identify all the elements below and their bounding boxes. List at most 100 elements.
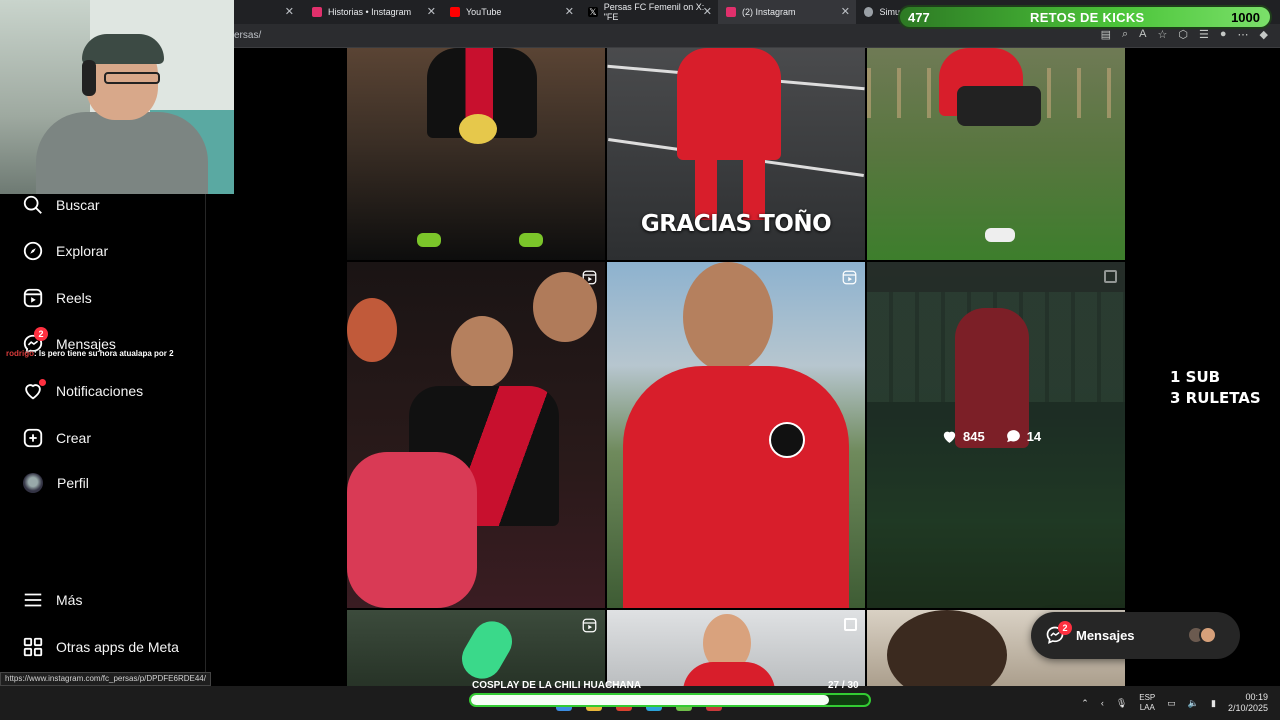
- player-kit-graphic: [677, 48, 781, 160]
- shorts-graphic: [957, 86, 1041, 126]
- profile-avatar: [23, 473, 43, 493]
- person-graphic: [347, 298, 397, 362]
- tab-title: YouTube: [466, 7, 502, 17]
- volume-icon[interactable]: 🔈: [1188, 698, 1199, 709]
- person-graphic: [533, 272, 597, 342]
- search-icon: [23, 195, 42, 214]
- zoom-icon[interactable]: ⌕: [1122, 28, 1128, 41]
- stream-sub-overlay: 1 SUB 3 RULETAS: [1170, 367, 1261, 409]
- post-tile-7[interactable]: [347, 610, 605, 686]
- url-text[interactable]: ersas/: [234, 30, 261, 41]
- overlay-line: 3 RULETAS: [1170, 389, 1261, 407]
- nav-perfil[interactable]: Perfil: [22, 473, 89, 493]
- nav-label: Otras apps de Meta: [56, 639, 179, 655]
- webcam-glasses: [104, 72, 160, 84]
- nav-mas[interactable]: Más: [22, 589, 82, 611]
- nav-explorar[interactable]: Explorar: [22, 240, 108, 262]
- microphone-icon[interactable]: 🎙: [1116, 698, 1127, 709]
- webcam-hoodie: [36, 112, 208, 194]
- boot-graphic: [985, 228, 1015, 242]
- close-tab-icon[interactable]: ✕: [565, 5, 574, 18]
- read-aloud-icon[interactable]: A: [1139, 28, 1146, 41]
- nav-label: Notificaciones: [56, 383, 144, 399]
- nav-buscar[interactable]: Buscar: [22, 194, 100, 216]
- post-tile-3[interactable]: [867, 48, 1125, 260]
- progress-title: COSPLAY DE LA CHILI HUACHANA: [472, 680, 642, 691]
- youtube-icon: [450, 7, 460, 17]
- tab-title: (2) Instagram: [742, 7, 796, 17]
- boot-graphic: [519, 233, 543, 247]
- chevron-up-icon[interactable]: ⌃: [1081, 698, 1089, 709]
- collections-icon[interactable]: ☰: [1199, 28, 1209, 41]
- boot-graphic: [417, 233, 441, 247]
- nav-reels[interactable]: Reels: [22, 287, 92, 309]
- language-indicator[interactable]: ESP LAA: [1139, 693, 1155, 713]
- retos-goal-bar: 477 RETOS DE KICKS 1000: [898, 5, 1272, 29]
- goal-title: RETOS DE KICKS: [1030, 10, 1145, 25]
- reel-icon: [582, 618, 597, 633]
- chat-username: rodrigo: [6, 349, 34, 358]
- carousel-icon: [1104, 270, 1117, 283]
- app-tray-icon[interactable]: ‹: [1101, 698, 1104, 708]
- network-icon[interactable]: ▭: [1167, 698, 1176, 709]
- close-tab-icon[interactable]: ✕: [285, 5, 294, 18]
- close-tab-icon[interactable]: ✕: [841, 5, 850, 18]
- battery-icon[interactable]: ▮: [1211, 698, 1216, 709]
- progress-fill: [471, 695, 830, 705]
- messages-popup-button[interactable]: 2 Mensajes: [1031, 612, 1240, 659]
- messages-label: Mensajes: [1076, 628, 1135, 643]
- webcam-cap: [82, 34, 164, 64]
- post-stats: 845 14: [941, 428, 1041, 445]
- tab-instagram-active[interactable]: (2) Instagram ✕: [718, 0, 856, 24]
- stream-chat-message: rodrigo: Is pero tiene su hora atualapa …: [6, 349, 174, 358]
- progress-track: [469, 693, 871, 707]
- like-count: 845: [963, 429, 985, 444]
- nav-crear[interactable]: Crear: [22, 427, 91, 449]
- ball-graphic: [459, 114, 497, 144]
- tab-historias[interactable]: Historias • Instagram ✕: [304, 0, 442, 24]
- nav-otras-apps[interactable]: Otras apps de Meta: [22, 636, 179, 658]
- hamburger-menu-icon: [24, 593, 42, 607]
- profile-post-grid: GRACIAS TOÑO 845 14: [347, 48, 1125, 686]
- extensions-icon[interactable]: ⬡: [1178, 28, 1188, 41]
- close-tab-icon[interactable]: ✕: [703, 5, 712, 18]
- more-menu-icon[interactable]: ⋯: [1238, 28, 1249, 41]
- profile-icon[interactable]: ●: [1220, 28, 1227, 41]
- person-graphic: [887, 610, 1007, 686]
- tab-simu[interactable]: Simu: [856, 0, 900, 24]
- message-badge: 2: [1058, 621, 1072, 635]
- overlay-line: 1 SUB: [1170, 368, 1221, 386]
- reader-icon[interactable]: ▤: [1101, 28, 1111, 41]
- post-tile-2[interactable]: GRACIAS TOÑO: [607, 48, 865, 260]
- webcam-overlay: [0, 0, 234, 194]
- post-tile-6[interactable]: 845 14: [867, 262, 1125, 608]
- glow-graphic: [454, 614, 520, 686]
- lang-code: ESP: [1139, 693, 1156, 702]
- tab-youtube[interactable]: YouTube ✕: [442, 0, 580, 24]
- goal-target-value: 1000: [1231, 10, 1260, 25]
- tab-persas-x[interactable]: 𝕏 Persas FC Femenil on X: "FE ✕: [580, 0, 718, 24]
- nav-label: Perfil: [57, 475, 89, 491]
- person-graphic: [451, 316, 513, 388]
- nav-notificaciones[interactable]: Notificaciones: [22, 379, 144, 402]
- notification-dot: [39, 379, 46, 386]
- tab-partial[interactable]: ✕: [234, 0, 300, 24]
- post-tile-5[interactable]: [607, 262, 865, 608]
- reel-icon: [842, 270, 857, 285]
- nav-label: Reels: [56, 290, 92, 306]
- copilot-icon[interactable]: ◆: [1260, 28, 1268, 41]
- plus-square-icon: [23, 428, 43, 448]
- instagram-icon: [726, 7, 736, 17]
- post-tile-8[interactable]: [607, 610, 865, 686]
- compass-icon: [23, 241, 43, 261]
- favorite-star-icon[interactable]: ☆: [1158, 28, 1168, 41]
- webcam-headset: [82, 60, 96, 96]
- post-tile-1[interactable]: [347, 48, 605, 260]
- post-tile-4[interactable]: [347, 262, 605, 608]
- progress-count: 27 / 30: [828, 680, 859, 691]
- close-tab-icon[interactable]: ✕: [427, 5, 436, 18]
- clock[interactable]: 00:19 2/10/2025: [1228, 692, 1268, 714]
- link-status-url: https://www.instagram.com/fc_persas/p/DP…: [0, 672, 211, 686]
- message-badge: 2: [34, 327, 48, 341]
- goal-current-value: 477: [908, 10, 930, 25]
